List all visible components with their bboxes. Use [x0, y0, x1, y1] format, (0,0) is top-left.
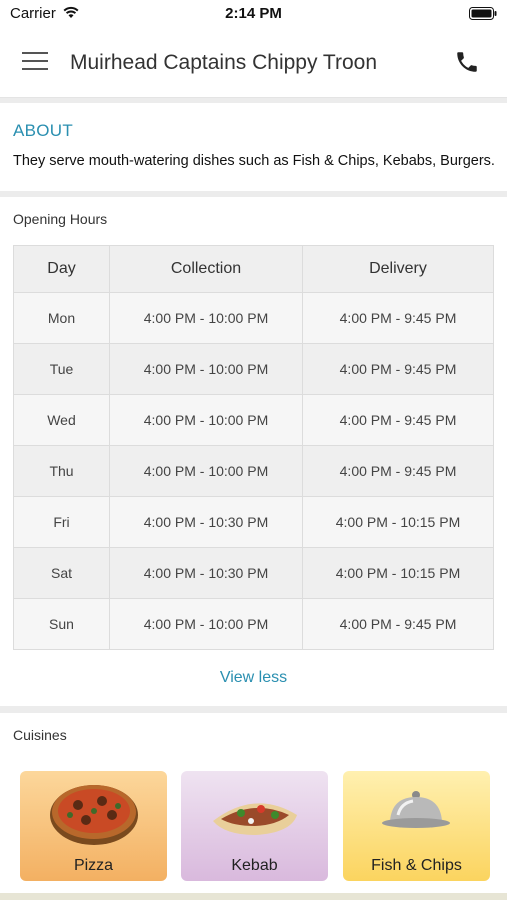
app-header: Muirhead Captains Chippy Troon	[0, 28, 507, 98]
restaurant-title: Muirhead Captains Chippy Troon	[70, 51, 378, 74]
collection-hours-cell: 4:00 PM - 10:30 PM	[109, 547, 303, 599]
table-row: Tue 4:00 PM - 10:00 PM 4:00 PM - 9:45 PM	[13, 343, 494, 395]
table-row: Wed 4:00 PM - 10:00 PM 4:00 PM - 9:45 PM	[13, 394, 494, 446]
collection-hours-cell: 4:00 PM - 10:00 PM	[109, 598, 303, 650]
bottom-edge	[0, 893, 507, 900]
table-row: Sat 4:00 PM - 10:30 PM 4:00 PM - 10:15 P…	[13, 547, 494, 599]
phone-icon[interactable]	[454, 49, 480, 75]
collection-hours-cell: 4:00 PM - 10:00 PM	[109, 445, 303, 497]
day-cell: Fri	[13, 496, 110, 548]
delivery-hours-cell: 4:00 PM - 9:45 PM	[302, 292, 494, 344]
cuisine-label: Fish & Chips	[371, 857, 462, 874]
cuisine-label: Pizza	[73, 857, 114, 874]
opening-hours-label: Opening Hours	[13, 211, 108, 227]
about-heading: ABOUT	[13, 121, 74, 140]
cuisine-card-kebab[interactable]: Kebab	[181, 771, 328, 881]
battery-icon	[469, 7, 497, 20]
opening-hours-section: Opening Hours Day Collection Delivery Mo…	[0, 197, 507, 706]
table-row: Sun 4:00 PM - 10:00 PM 4:00 PM - 9:45 PM	[13, 598, 494, 650]
collection-hours-cell: 4:00 PM - 10:00 PM	[109, 343, 303, 395]
cuisine-card-fish-and-chips[interactable]: Fish & Chips	[343, 771, 490, 881]
about-description: They serve mouth-watering dishes such as…	[13, 153, 495, 169]
day-cell: Thu	[13, 445, 110, 497]
delivery-hours-cell: 4:00 PM - 9:45 PM	[302, 394, 494, 446]
collection-hours-cell: 4:00 PM - 10:30 PM	[109, 496, 303, 548]
about-section: ABOUT They serve mouth-watering dishes s…	[0, 103, 507, 191]
hamburger-menu-icon[interactable]	[22, 52, 48, 72]
day-cell: Mon	[13, 292, 110, 344]
table-row: Thu 4:00 PM - 10:00 PM 4:00 PM - 9:45 PM	[13, 445, 494, 497]
column-header-collection: Collection	[109, 245, 303, 293]
day-cell: Wed	[13, 394, 110, 446]
delivery-hours-cell: 4:00 PM - 9:45 PM	[302, 445, 494, 497]
delivery-hours-cell: 4:00 PM - 10:15 PM	[302, 496, 494, 548]
clock-time: 2:14 PM	[225, 5, 282, 22]
column-header-delivery: Delivery	[302, 245, 494, 293]
delivery-hours-cell: 4:00 PM - 9:45 PM	[302, 598, 494, 650]
delivery-hours-cell: 4:00 PM - 10:15 PM	[302, 547, 494, 599]
day-cell: Tue	[13, 343, 110, 395]
cuisines-section: Cuisines Pizza Kebab Fish & Chips	[0, 713, 507, 893]
table-row: Fri 4:00 PM - 10:30 PM 4:00 PM - 10:15 P…	[13, 496, 494, 548]
day-cell: Sat	[13, 547, 110, 599]
view-less-link[interactable]: View less	[0, 669, 507, 687]
table-row: Mon 4:00 PM - 10:00 PM 4:00 PM - 9:45 PM	[13, 292, 494, 344]
opening-hours-table: Day Collection Delivery Mon 4:00 PM - 10…	[13, 245, 494, 650]
column-header-day: Day	[13, 245, 110, 293]
collection-hours-cell: 4:00 PM - 10:00 PM	[109, 292, 303, 344]
collection-hours-cell: 4:00 PM - 10:00 PM	[109, 394, 303, 446]
cuisine-card-pizza[interactable]: Pizza	[20, 771, 167, 881]
cuisine-label: Kebab	[231, 857, 278, 874]
cuisines-label: Cuisines	[13, 727, 67, 743]
day-cell: Sun	[13, 598, 110, 650]
status-bar: Carrier 2:14 PM	[0, 0, 507, 28]
delivery-hours-cell: 4:00 PM - 9:45 PM	[302, 343, 494, 395]
